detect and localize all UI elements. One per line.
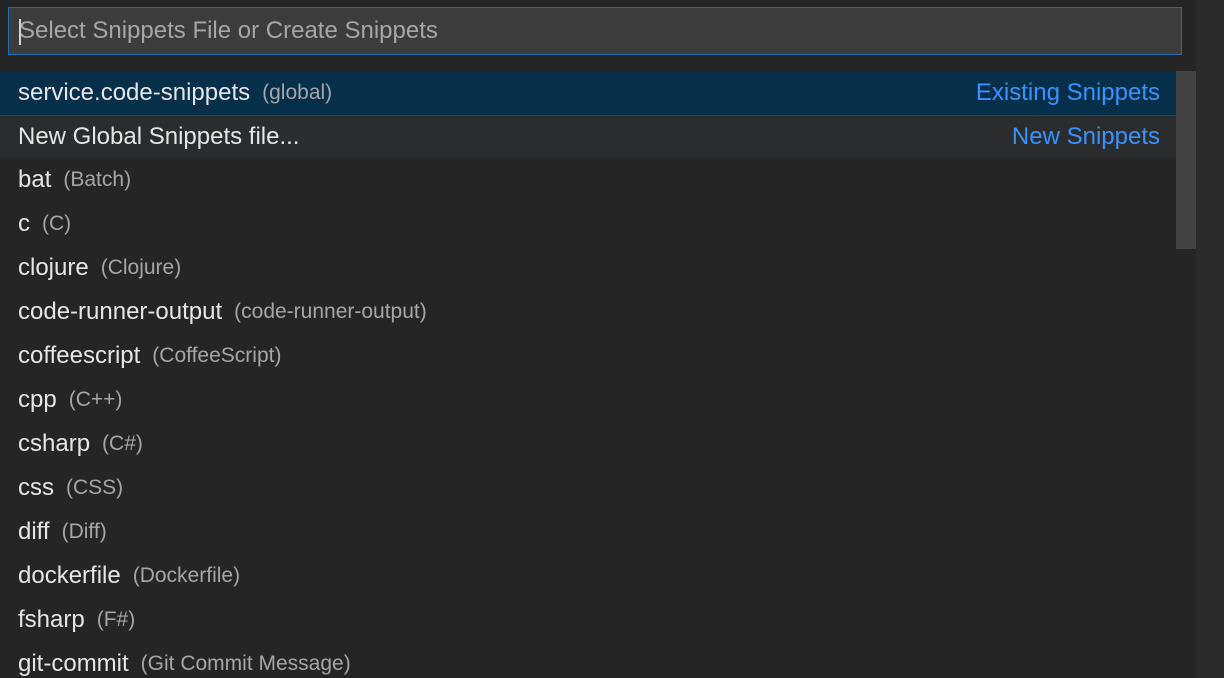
list-item[interactable]: dockerfile (Dockerfile) — [0, 554, 1176, 598]
list-item-label: git-commit — [18, 650, 129, 677]
filter-input-box[interactable] — [8, 7, 1182, 55]
list-item-new-global-snippets[interactable]: New Global Snippets file... New Snippets — [0, 115, 1176, 158]
list-item[interactable]: git-commit (Git Commit Message) — [0, 642, 1176, 678]
list-item-description: (C) — [42, 212, 72, 235]
list-item[interactable]: bat (Batch) — [0, 158, 1176, 202]
snippets-quick-pick: service.code-snippets (global) Existing … — [0, 0, 1196, 678]
list-item-description: (Git Commit Message) — [140, 652, 351, 675]
list-item-description: (CoffeeScript) — [152, 344, 282, 367]
list-item[interactable]: csharp (C#) — [0, 422, 1176, 466]
list-item-description: (Clojure) — [100, 256, 182, 279]
list-item[interactable]: fsharp (F#) — [0, 598, 1176, 642]
list-scrollbar[interactable] — [1176, 71, 1196, 678]
list-item-label: dockerfile — [18, 562, 121, 589]
list-item-label: service.code-snippets — [18, 79, 251, 106]
list-item-description: (Diff) — [61, 520, 107, 543]
list-item-label: clojure — [18, 254, 89, 281]
list-item-label: bat — [18, 166, 52, 193]
list-item-label: cpp — [18, 386, 57, 413]
list-item-description: (CSS) — [66, 476, 124, 499]
list-item[interactable]: css (CSS) — [0, 466, 1176, 510]
list-item[interactable]: coffeescript (CoffeeScript) — [0, 334, 1176, 378]
text-caret — [19, 19, 21, 45]
list-item-description: (Dockerfile) — [132, 564, 241, 587]
list-item-label: code-runner-output — [18, 298, 223, 325]
list-item-label: c — [18, 210, 30, 237]
group-label-new-snippets: New Snippets — [1011, 123, 1160, 150]
list-item[interactable]: diff (Diff) — [0, 510, 1176, 554]
list-item-existing-snippet[interactable]: service.code-snippets (global) Existing … — [0, 71, 1176, 115]
group-label-existing-snippets: Existing Snippets — [975, 79, 1160, 106]
scrollbar-thumb[interactable] — [1176, 71, 1196, 249]
list-item-label: coffeescript — [18, 342, 141, 369]
filter-input[interactable] — [9, 8, 1181, 54]
list-item-description: (C#) — [102, 432, 143, 455]
list-item-description: (code-runner-output) — [234, 300, 427, 323]
list-item-description: (Batch) — [63, 168, 132, 191]
list-item[interactable]: code-runner-output (code-runner-output) — [0, 290, 1176, 334]
list-item-description: (F#) — [96, 608, 136, 631]
list-item-label: New Global Snippets file... — [18, 123, 300, 150]
list-item-description: (C++) — [68, 388, 123, 411]
list-item-label: csharp — [18, 430, 91, 457]
list-item[interactable]: cpp (C++) — [0, 378, 1176, 422]
list-item-label: fsharp — [18, 606, 85, 633]
list-item-label: css — [18, 474, 54, 501]
snippet-list: service.code-snippets (global) Existing … — [0, 71, 1176, 678]
list-item-label: diff — [18, 518, 50, 545]
list-item[interactable]: clojure (Clojure) — [0, 246, 1176, 290]
list-item-description: (global) — [262, 81, 333, 104]
list-item[interactable]: c (C) — [0, 202, 1176, 246]
editor-edge — [1196, 0, 1224, 678]
